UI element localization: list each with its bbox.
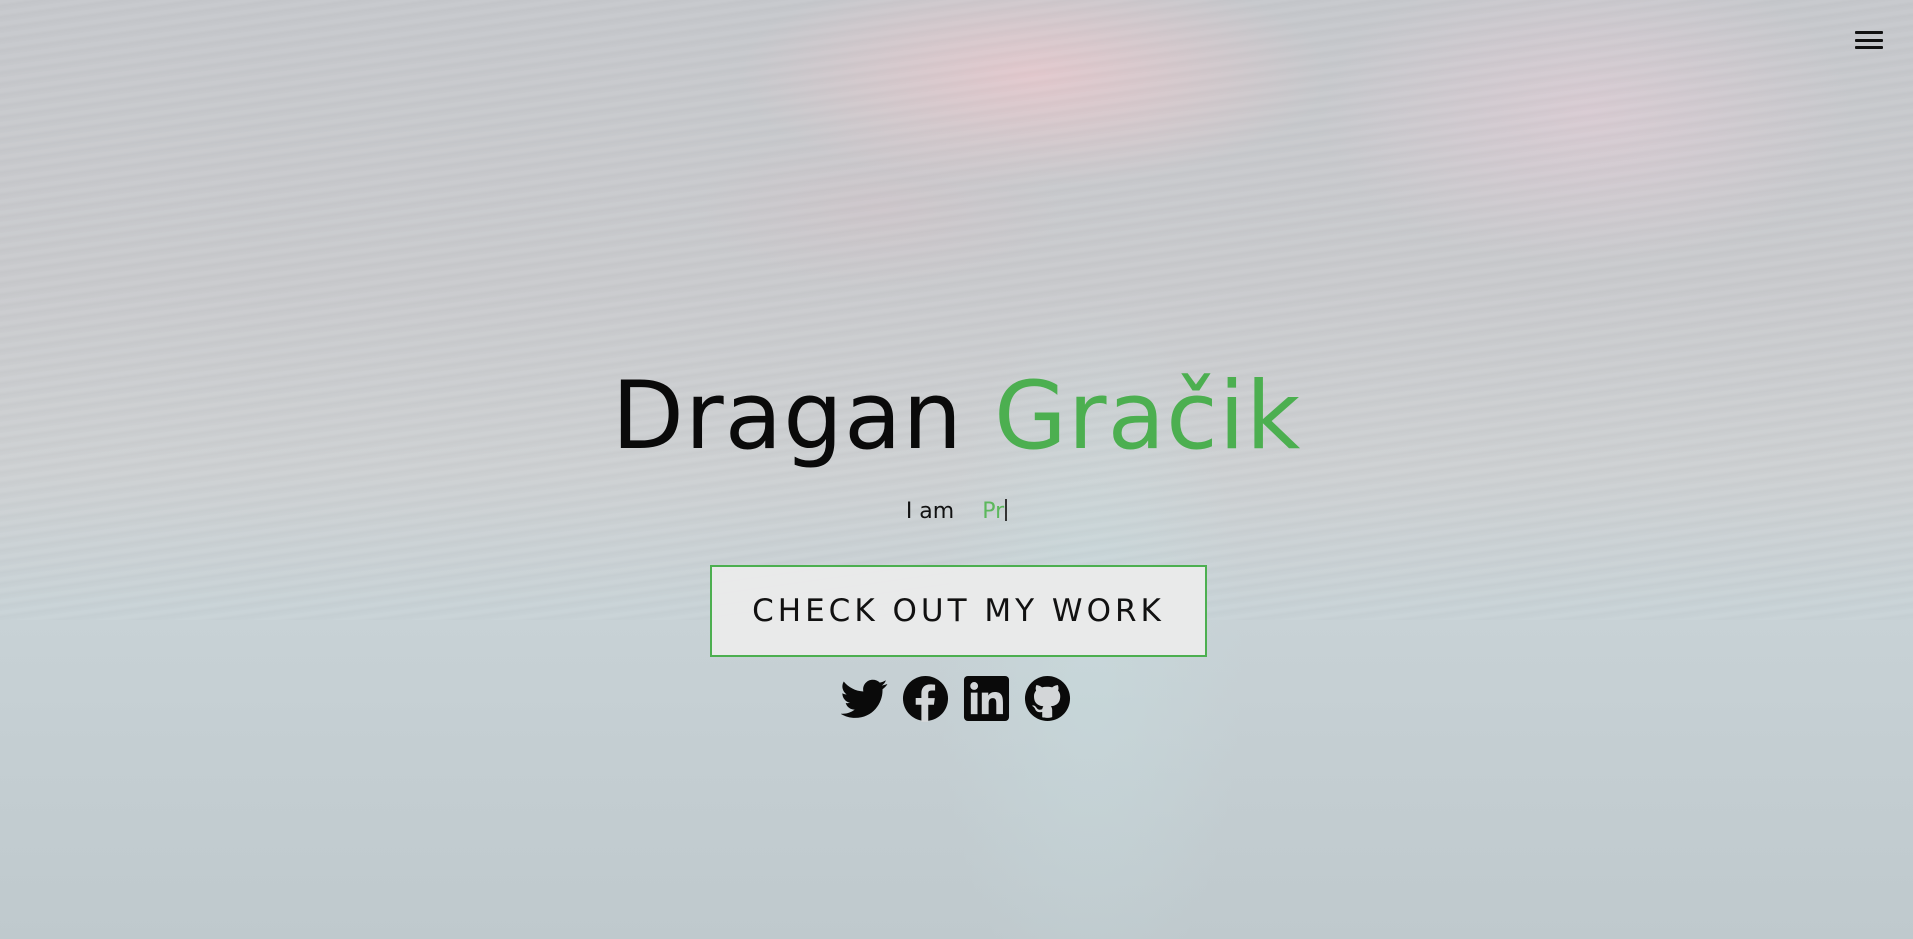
- facebook-link[interactable]: [902, 675, 949, 722]
- last-name: Gračik: [994, 362, 1302, 471]
- linkedin-icon: [963, 675, 1010, 722]
- hero-section: Dragan Gračik I am Pr CHECK OUT MY WORK: [0, 0, 1913, 939]
- typing-cursor: [1005, 499, 1008, 521]
- twitter-link[interactable]: [841, 675, 888, 722]
- twitter-icon: [841, 679, 888, 718]
- first-name: Dragan: [611, 362, 964, 471]
- tagline-prefix: I am: [905, 499, 955, 524]
- hero-tagline: I am Pr: [0, 497, 1913, 527]
- github-link[interactable]: [1024, 675, 1071, 722]
- typed-role-text: Pr: [982, 499, 1005, 524]
- check-out-my-work-button[interactable]: CHECK OUT MY WORK: [710, 565, 1207, 657]
- linkedin-link[interactable]: [963, 675, 1010, 722]
- facebook-icon: [902, 675, 949, 722]
- hero-name: Dragan Gračik: [0, 362, 1913, 472]
- social-links: [841, 675, 1071, 722]
- github-icon: [1024, 675, 1071, 722]
